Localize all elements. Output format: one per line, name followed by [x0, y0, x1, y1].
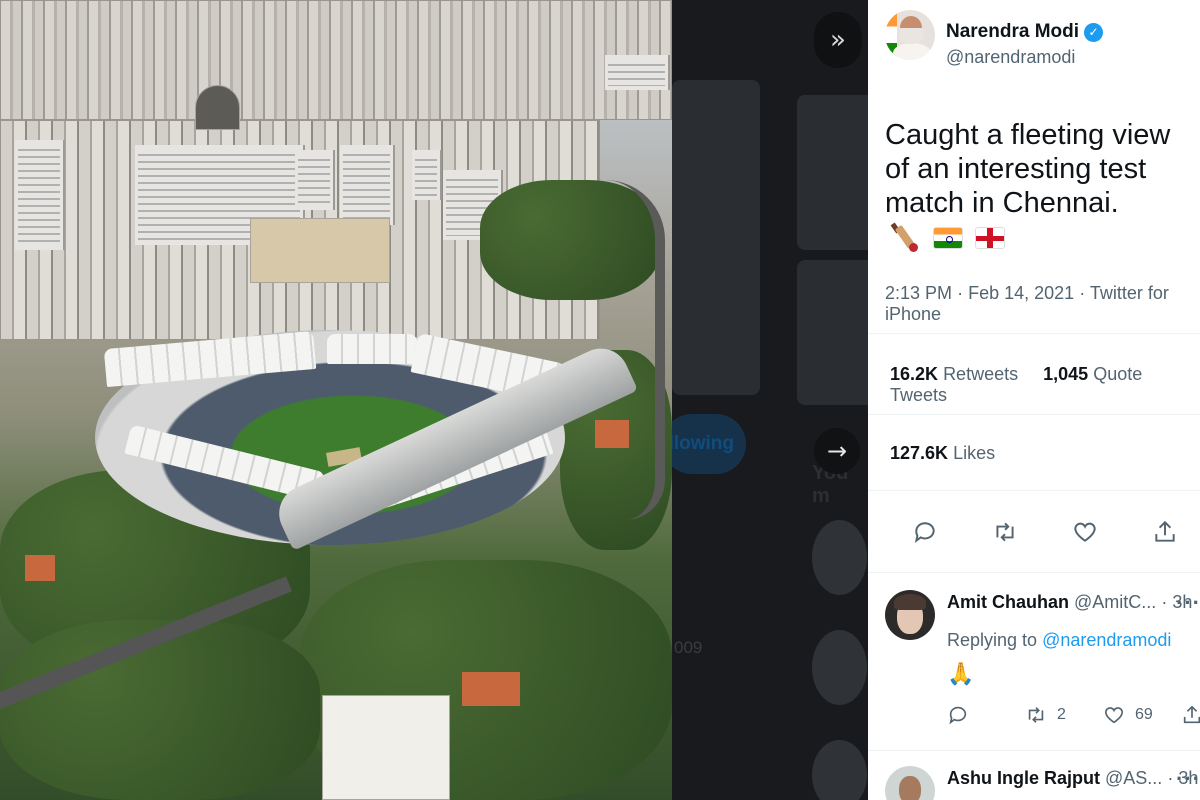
like-icon [1104, 707, 1124, 724]
likes-stat[interactable]: 127.6K Likes [890, 443, 995, 464]
mention-link[interactable]: @narendramodi [1042, 630, 1171, 650]
reply-reply-button[interactable] [947, 704, 979, 726]
retweet-icon [1028, 707, 1044, 723]
like-button[interactable] [1067, 510, 1103, 554]
building [340, 145, 395, 225]
reply-separator: · [1167, 768, 1174, 788]
dim-image [797, 95, 868, 250]
reply-icon [914, 522, 935, 544]
building-roof [595, 420, 629, 448]
reply-share-button[interactable] [1181, 704, 1200, 726]
author-handle[interactable]: @narendramodi [946, 47, 1103, 68]
folded-hands-icon: 🙏 [947, 662, 975, 687]
dim-avatar [812, 740, 867, 800]
share-button[interactable] [1147, 510, 1183, 554]
verified-badge-icon: ✓ [1084, 22, 1104, 42]
reply-icon [949, 706, 967, 725]
following-button[interactable]: llowing [672, 414, 746, 474]
more-options-icon[interactable]: ··· [1176, 766, 1200, 792]
tweet-meta: 2:13 PM · Feb 14, 2021 · Twitter for iPh… [885, 283, 1200, 325]
building [412, 150, 442, 200]
dim-image [672, 80, 760, 395]
share-icon [1183, 705, 1200, 724]
more-options-icon[interactable]: ··· [1176, 590, 1200, 616]
arrow-right-icon: → [826, 437, 848, 465]
retweet-icon [996, 522, 1014, 542]
divider [868, 414, 1200, 415]
reply-retweet-button[interactable]: 2 [1025, 704, 1066, 726]
reply-like-button[interactable]: 69 [1103, 704, 1153, 726]
share-icon [1155, 520, 1175, 542]
avatar[interactable] [885, 10, 935, 60]
tweet-photo[interactable] [0, 0, 672, 800]
building [295, 150, 335, 210]
reply-item[interactable]: Ashu Ingle Rajput @AS... · 3h ··· [868, 766, 1200, 800]
reply-author-handle[interactable]: @AmitC... [1074, 592, 1156, 612]
double-chevron-right-icon: » [830, 25, 846, 55]
retweets-stat[interactable]: 16.2K Retweets [890, 364, 1018, 384]
building [605, 55, 670, 90]
reply-author-name[interactable]: Ashu Ingle Rajput [947, 768, 1100, 788]
england-flag-icon [975, 227, 1005, 250]
tweet-text: Caught a fleeting view of an interesting… [885, 118, 1197, 254]
reply-author-handle[interactable]: @AS... [1105, 768, 1162, 788]
reply-item[interactable]: Amit Chauhan @AmitC... · 3h ··· Replying… [868, 590, 1200, 740]
replying-to: Replying to @narendramodi [947, 630, 1172, 650]
reply-button[interactable] [907, 510, 943, 554]
tweet-time[interactable]: 2:13 PM [885, 283, 952, 303]
divider [868, 750, 1200, 751]
building [15, 140, 65, 250]
city-backdrop [0, 0, 672, 120]
meta-separator: · [957, 283, 964, 303]
divider [868, 572, 1200, 573]
dimmed-timeline: llowing You m 009 » → [672, 0, 868, 800]
tweet-body: Caught a fleeting view of an interesting… [885, 119, 1171, 219]
reply-actions: 2 69 [947, 704, 1200, 734]
divider [868, 333, 1200, 334]
meta-separator: · [1079, 283, 1086, 303]
tweet-date[interactable]: Feb 14, 2021 [968, 283, 1074, 303]
building-roof [462, 672, 520, 706]
avatar[interactable] [885, 590, 935, 640]
india-flag-icon [933, 227, 963, 250]
reply-separator: · [1161, 592, 1168, 612]
trees [0, 620, 320, 800]
retweet-button[interactable] [987, 510, 1023, 554]
building [250, 218, 390, 283]
building [322, 695, 450, 800]
like-icon [1074, 522, 1096, 542]
tweet-actions [868, 510, 1200, 554]
dim-image [797, 260, 868, 405]
dim-avatar [812, 630, 867, 705]
author-name[interactable]: Narendra Modi [946, 21, 1079, 43]
tweet-panel: Narendra Modi ✓ @narendramodi Caught a f… [868, 0, 1200, 800]
retweet-count: 2 [1057, 706, 1066, 723]
like-count: 69 [1135, 706, 1153, 723]
next-image-button[interactable]: → [814, 428, 860, 474]
stand-roof [327, 334, 417, 364]
dome-building [195, 85, 240, 130]
reply-author-name[interactable]: Amit Chauhan [947, 592, 1069, 612]
tweet-stats: 16.2K Retweets 1,045 Quote Tweets [890, 364, 1200, 406]
avatar[interactable] [885, 766, 935, 800]
dim-year: 009 [674, 638, 703, 657]
divider [868, 490, 1200, 491]
collapse-panel-button[interactable]: » [814, 12, 862, 68]
cricket-bat-icon [890, 222, 921, 253]
building-roof [25, 555, 55, 581]
tweet-author[interactable]: Narendra Modi ✓ @narendramodi [885, 10, 1104, 90]
tweet-lightbox: llowing You m 009 » → Narendra Modi ✓ @n… [0, 0, 1200, 800]
dim-avatar [812, 520, 867, 595]
